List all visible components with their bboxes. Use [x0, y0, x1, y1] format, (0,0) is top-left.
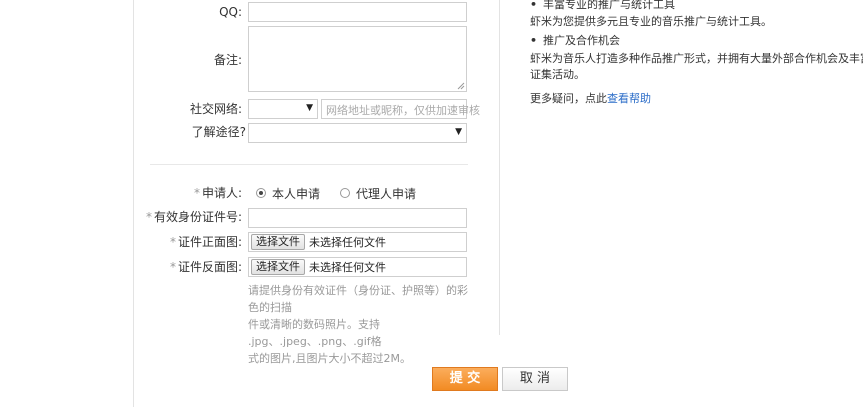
radio-self-option[interactable]: 本人申请 [256, 184, 320, 202]
caret-down-icon: ▼ [306, 103, 313, 113]
side-item2-title-text: 推广及合作机会 [543, 34, 621, 47]
social-address-input[interactable]: 网络地址或昵称，仅供加速审核 [321, 99, 480, 119]
side-item1-title-text: 丰富专业的推广与统计工具 [543, 0, 676, 11]
radio-self[interactable] [256, 188, 266, 198]
back-choose-file-button[interactable]: 选择文件 [251, 259, 305, 275]
id-label: * 有效身份证件号: [122, 208, 242, 226]
hint-line: 请提供身份有效证件（身份证、护照等）的彩色的扫描 [248, 284, 468, 314]
caret-down-icon: ▼ [455, 127, 462, 137]
back-file-status: 未选择任何文件 [309, 261, 386, 274]
back-label: * 证件反面图: [122, 258, 242, 276]
front-label-text: 证件正面图: [177, 235, 242, 249]
side-item2-desc-2: 证集活动。 [530, 68, 585, 81]
hint-line: 式的图片,且图片大小不超过2M。 [248, 352, 411, 365]
required-mark: * [193, 186, 200, 200]
applicant-label: * 申请人: [122, 184, 242, 202]
back-file-input[interactable]: 选择文件 未选择任何文件 [248, 257, 467, 277]
required-mark: * [145, 210, 152, 224]
qq-label: QQ: [219, 5, 242, 19]
side-item1-desc: 虾米为您提供多元且专业的音乐推广与统计工具。 [530, 15, 772, 28]
radio-self-label: 本人申请 [272, 186, 321, 201]
side-item2-desc-1: 虾米为音乐人打造多种作品推广形式，并拥有大量外部合作机会及丰富多样的 [530, 52, 863, 65]
front-label: * 证件正面图: [122, 233, 242, 251]
remark-textarea[interactable] [248, 26, 467, 92]
submit-button[interactable]: 提 交 [432, 367, 498, 391]
upload-hint-text: 请提供身份有效证件（身份证、护照等）的彩色的扫描 件或清晰的数码照片。支持 .j… [248, 282, 470, 367]
front-file-input[interactable]: 选择文件 未选择任何文件 [248, 232, 467, 252]
required-mark: * [169, 260, 176, 274]
required-mark: * [169, 235, 176, 249]
center-divider-line [499, 0, 500, 335]
side-item2-title: • 推广及合作机会 [530, 32, 620, 49]
radio-agent-label: 代理人申请 [356, 186, 417, 201]
social-address-placeholder: 网络地址或昵称，仅供加速审核 [326, 104, 480, 117]
radio-agent-option[interactable]: 代理人申请 [340, 184, 416, 202]
hint-line: 件或清晰的数码照片。支持 .jpg、.jpeg、.png、.gif格 [248, 318, 382, 348]
section-divider [150, 164, 468, 165]
source-select[interactable]: ▼ [248, 123, 467, 143]
back-label-text: 证件反面图: [177, 260, 242, 274]
bullet-icon: • [530, 34, 538, 47]
source-label: 了解途径? [191, 125, 246, 139]
front-choose-file-button[interactable]: 选择文件 [251, 234, 305, 250]
social-type-select[interactable]: ▼ [248, 99, 318, 119]
side-item1-title: • 丰富专业的推广与统计工具 [530, 0, 675, 13]
side-more-help: 更多疑问，点此查看帮助 [530, 90, 651, 107]
resize-grip-icon[interactable] [457, 82, 465, 90]
id-number-input[interactable] [248, 208, 467, 228]
social-label: 社交网络: [189, 102, 242, 116]
id-label-text: 有效身份证件号: [153, 210, 242, 224]
qq-input[interactable] [248, 2, 467, 22]
cancel-button[interactable]: 取 消 [502, 367, 568, 391]
more-help-prefix: 更多疑问，点此 [530, 92, 607, 105]
help-link[interactable]: 查看帮助 [607, 92, 651, 105]
remark-label: 备注: [213, 53, 242, 67]
radio-agent[interactable] [340, 188, 350, 198]
front-file-status: 未选择任何文件 [309, 236, 386, 249]
applicant-label-text: 申请人: [201, 186, 242, 200]
bullet-icon: • [530, 0, 538, 11]
